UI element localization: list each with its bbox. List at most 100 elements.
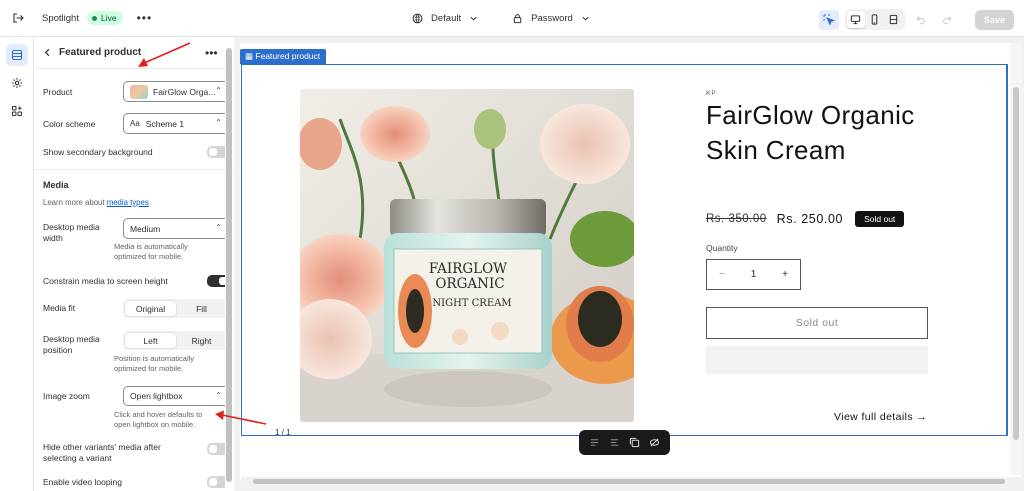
mobile-view-button[interactable] (866, 11, 884, 28)
sale-price: Rs. 250.00 (776, 212, 844, 226)
position-help: Position is automatically optimized for … (114, 354, 195, 373)
secondary-bg-label: Show secondary background (43, 146, 153, 157)
image-zoom-help: Click and hover defaults to open lightbo… (114, 410, 203, 429)
color-scheme-label: Color scheme (43, 118, 96, 129)
media-fit-segmented: Original Fill (123, 299, 229, 318)
media-types-link[interactable]: media types (107, 198, 149, 207)
theme-selector[interactable]: Default (412, 13, 478, 24)
desktop-icon (851, 15, 861, 25)
product-thumbnail (130, 84, 148, 99)
quantity-label: Quantity (706, 243, 738, 253)
image-zoom-select[interactable]: Open lightbox ⌃ (123, 386, 229, 406)
apps-icon (12, 106, 22, 116)
quantity-value[interactable]: 1 (751, 269, 757, 280)
chevron-updown-icon: ⌃ (215, 118, 222, 127)
jar-text-3: NIGHT CREAM (432, 298, 511, 309)
mobile-icon (872, 14, 878, 25)
more-actions-button[interactable]: ••• (137, 11, 153, 25)
product-setting: Product FairGlow Orga... ⌃ (43, 81, 229, 103)
desktop-media-width-value: Medium (130, 223, 161, 234)
inspector-button[interactable] (818, 9, 839, 30)
product-image[interactable]: FAIRGLOW ORGANIC NIGHT CREAM (300, 89, 634, 422)
sections-tab[interactable] (6, 44, 28, 66)
settings-panel: Featured product ••• Product FairGlow Or… (34, 37, 234, 491)
view-full-details-link[interactable]: View full details → (834, 411, 927, 423)
hide-variants-setting: Hide other variants' media after selecti… (43, 442, 229, 464)
back-arrow-icon[interactable] (43, 48, 52, 57)
desktop-media-width-label: Desktop media width (43, 222, 100, 243)
undo-button[interactable] (911, 10, 931, 30)
left-rail (0, 37, 34, 491)
store-name: Spotlight (42, 12, 79, 24)
apps-tab[interactable] (6, 100, 28, 122)
position-segmented: Left Right (123, 331, 229, 350)
panel-more-button[interactable]: ••• (205, 46, 218, 60)
chevron-down-icon (582, 16, 589, 21)
preview-scrollbar[interactable] (1010, 43, 1022, 475)
live-dot-icon (91, 15, 97, 21)
undo-icon (916, 15, 925, 24)
desktop-media-width-select[interactable]: Medium ⌃ (123, 218, 229, 239)
move-down-button[interactable] (608, 436, 622, 450)
quantity-decrease-button[interactable]: − (719, 269, 725, 280)
status-badge: Live (86, 11, 123, 25)
sold-out-button[interactable]: Sold out (706, 307, 928, 339)
position-left[interactable]: Left (125, 333, 176, 348)
media-fit-original[interactable]: Original (125, 301, 176, 316)
learn-more: Learn more about media types (43, 197, 220, 208)
section-tag-icon: ▦ (245, 51, 256, 61)
color-scheme-value: Scheme 1 (145, 118, 185, 129)
media-counter: 1 / 1 (275, 428, 291, 437)
secondary-bg-setting: Show secondary background (43, 145, 229, 159)
panel-scrollbar[interactable] (225, 42, 232, 490)
redo-icon (943, 15, 952, 24)
exit-icon[interactable] (0, 0, 36, 36)
page-label: Password (531, 13, 573, 24)
media-fit-setting: Media fit Original Fill (43, 299, 229, 318)
video-looping-label: Enable video looping (43, 476, 122, 487)
position-right[interactable]: Right (176, 333, 227, 348)
duplicate-button[interactable] (627, 436, 641, 450)
save-button[interactable]: Save (974, 9, 1014, 30)
page-selector[interactable]: Password (512, 13, 590, 24)
desktop-media-width-help: Media is automatically optimized for mob… (114, 242, 188, 261)
product-photo: FAIRGLOW ORGANIC NIGHT CREAM (300, 89, 634, 422)
image-zoom-label: Image zoom (43, 390, 90, 401)
globe-icon (412, 13, 423, 24)
lock-icon (513, 14, 522, 24)
compare-price: Rs. 350.00 (706, 213, 767, 225)
theme-settings-tab[interactable] (6, 72, 28, 94)
preview-horizontal-scrollbar[interactable] (241, 477, 1022, 486)
desktop-media-position-label: Desktop media position (43, 334, 100, 355)
hide-variants-label: Hide other variants' media after selecti… (43, 442, 161, 463)
device-switcher (844, 9, 905, 30)
desktop-media-width-setting: Desktop media width Medium ⌃ (43, 218, 229, 244)
hide-button[interactable] (647, 436, 661, 450)
theme-page-selectors: Default Password (412, 0, 590, 37)
constrain-setting: Constrain media to screen height (43, 274, 229, 288)
theme-label: Default (431, 13, 462, 24)
section-tag[interactable]: ▦ Featured product (240, 49, 327, 64)
cursor-select-icon (823, 14, 835, 26)
scheme-swatch: Aa (130, 119, 140, 128)
product-value: FairGlow Orga... (153, 86, 216, 97)
fullscreen-view-button[interactable] (885, 11, 903, 28)
quantity-stepper: − 1 + (706, 259, 801, 290)
move-up-button[interactable] (588, 436, 602, 450)
product-picker[interactable]: FairGlow Orga... ⌃ (123, 81, 229, 102)
section-tag-label: Featured product (255, 51, 321, 61)
move-down-icon (610, 439, 619, 446)
color-scheme-select[interactable]: Aa Scheme 1 ⌃ (123, 113, 229, 134)
desktop-view-button[interactable] (846, 11, 865, 28)
product-vendor: KP (706, 90, 717, 97)
divider (34, 169, 234, 170)
jar-text-2: ORGANIC (435, 276, 504, 292)
eye-off-icon (649, 438, 659, 447)
quantity-increase-button[interactable]: + (782, 269, 788, 280)
desktop-media-position-setting: Desktop media position Left Right (43, 331, 229, 356)
media-section-title: Media (43, 180, 69, 190)
media-fit-fill[interactable]: Fill (176, 301, 227, 316)
media-section: Media (43, 179, 220, 191)
redo-button[interactable] (937, 10, 957, 30)
color-scheme-setting: Color scheme Aa Scheme 1 ⌃ (43, 113, 229, 135)
